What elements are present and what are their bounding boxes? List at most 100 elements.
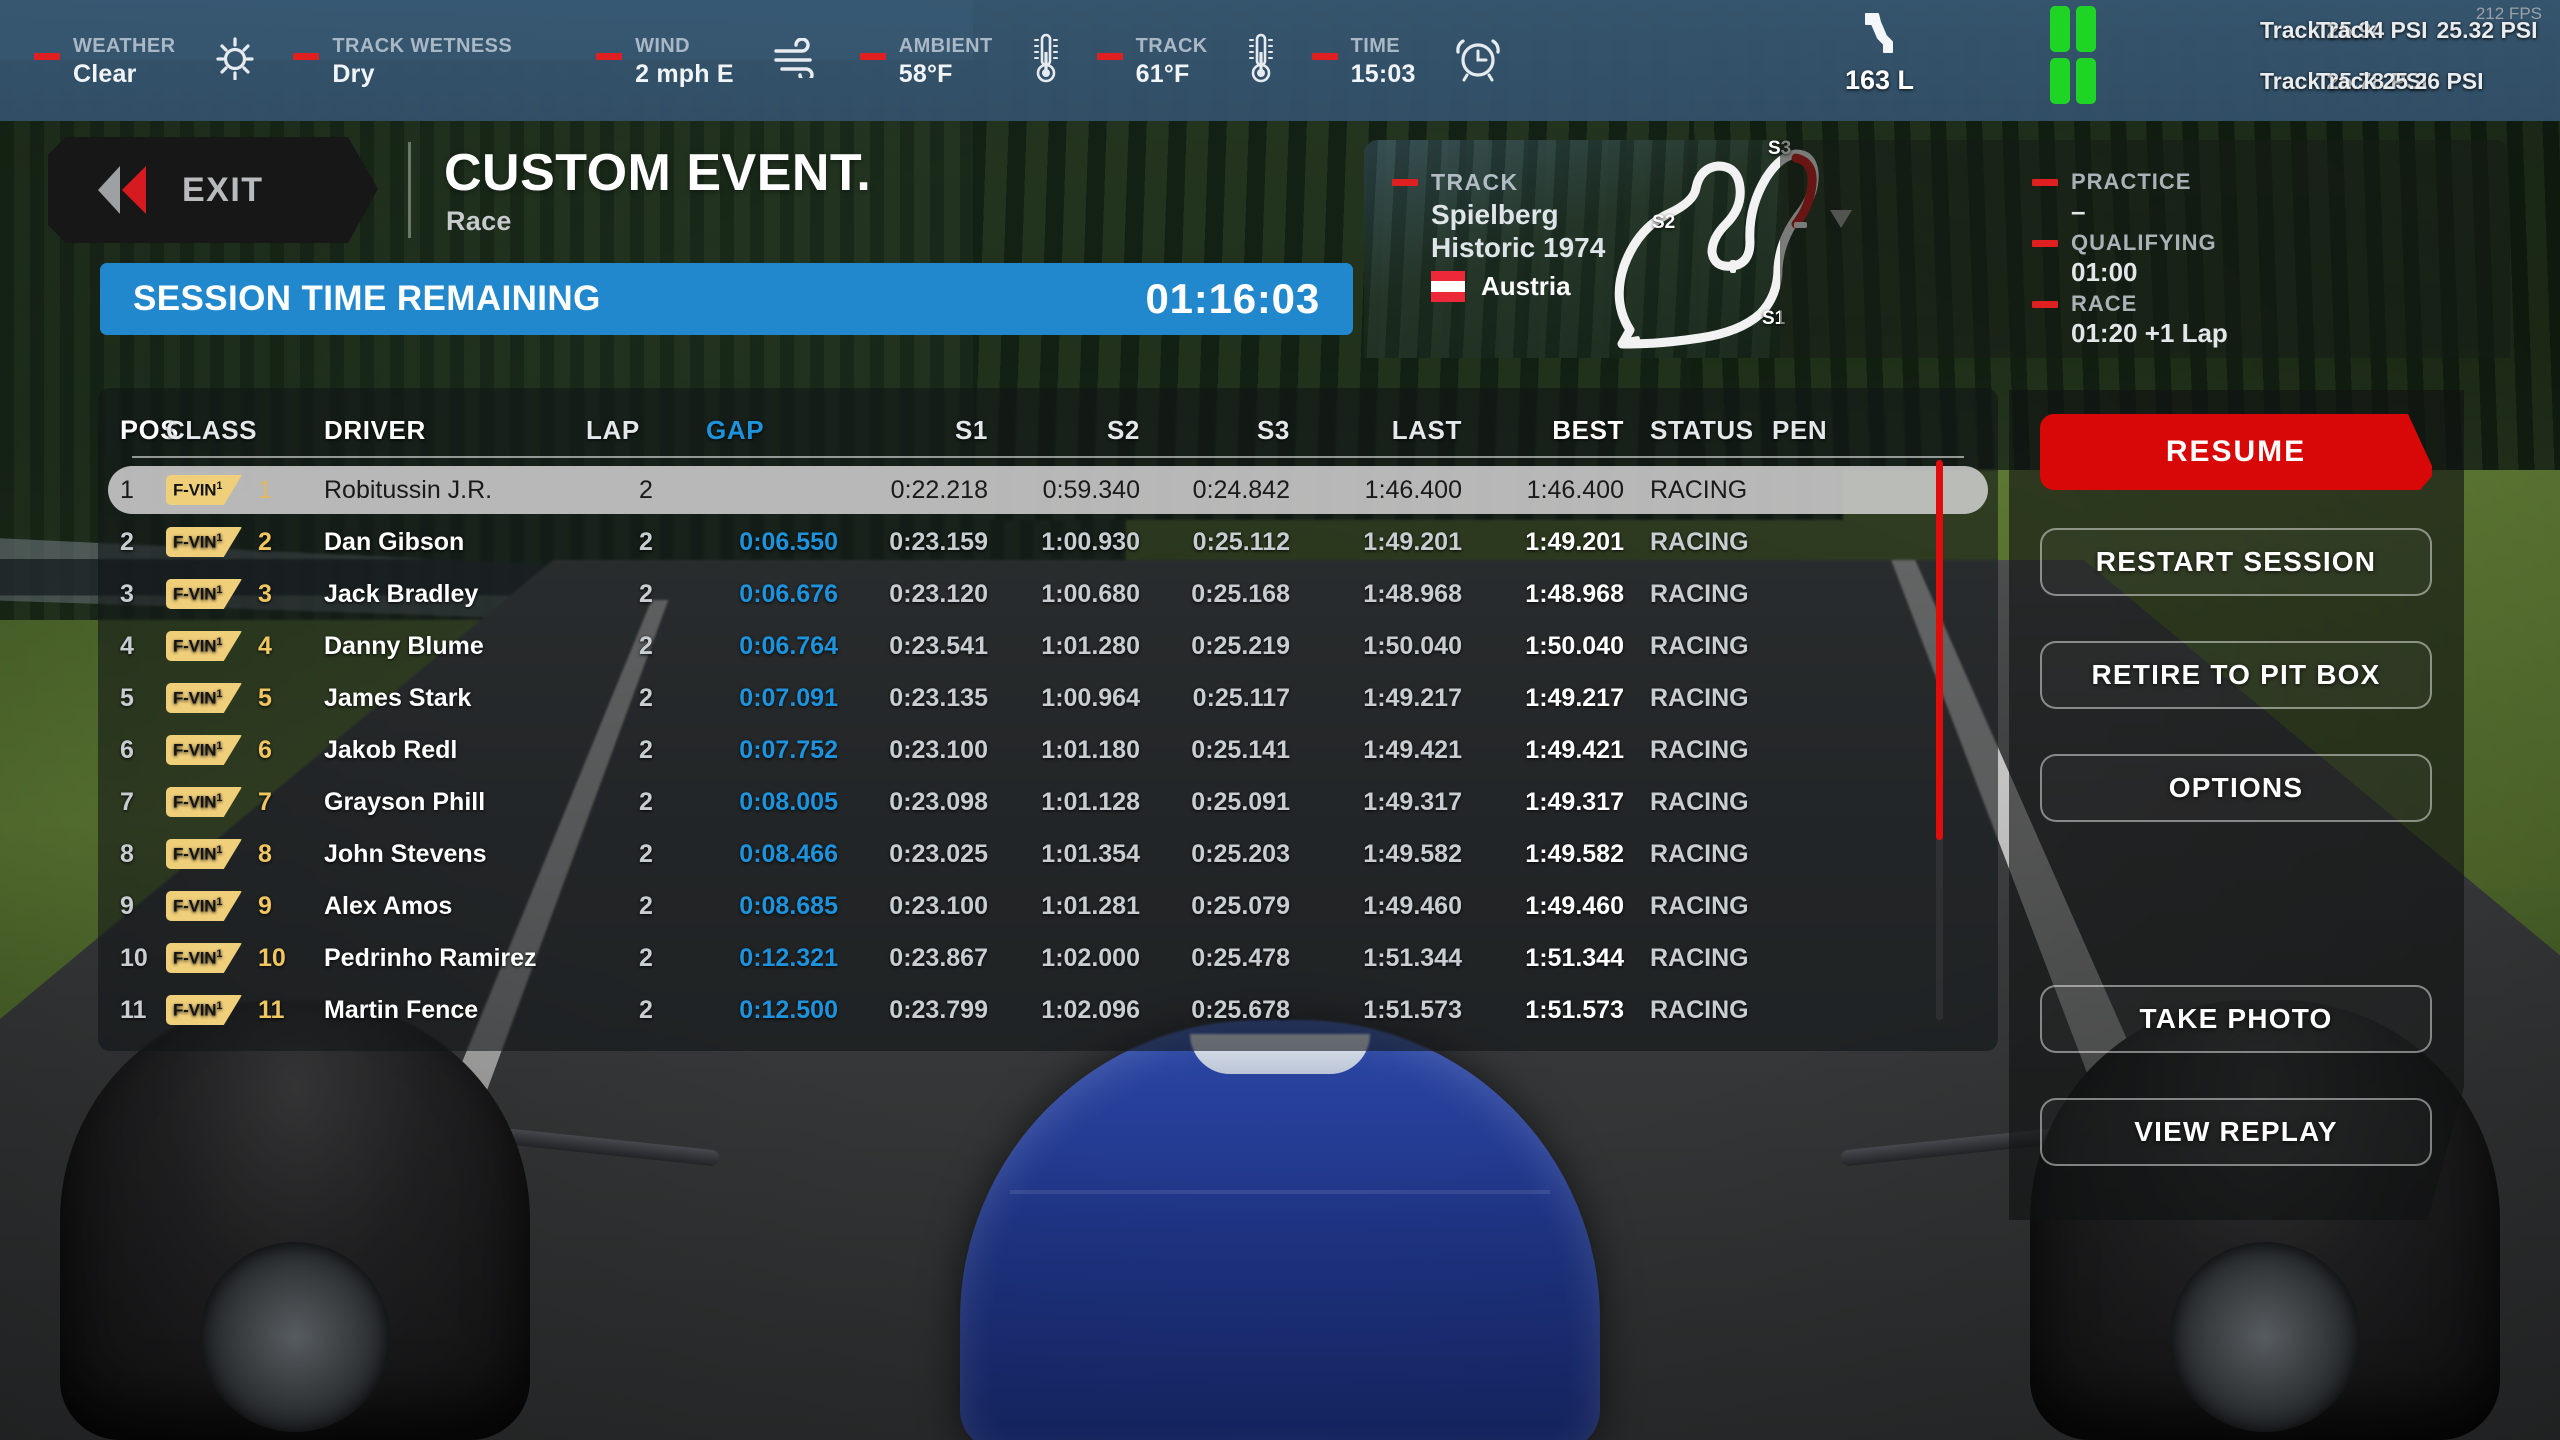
table-row[interactable]: 10 F-VIN1 10 Pedrinho Ramirez 2 0:12.321 0:23.… <box>108 934 1988 982</box>
fuel-pump-icon <box>1852 8 1908 67</box>
column-header-class[interactable]: CLASS <box>166 415 258 446</box>
row-sector1: 0:23.541 <box>889 631 988 660</box>
column-header-pos[interactable]: POS <box>120 415 178 446</box>
table-row[interactable]: 11 F-VIN1 11 Martin Fence 2 0:12.500 0:23.799 1… <box>108 986 1988 1034</box>
row-driver-name: John Stevens <box>324 839 487 868</box>
column-header-s1[interactable]: S1 <box>838 415 988 446</box>
take-photo-button[interactable]: TAKE PHOTO <box>2040 985 2432 1053</box>
tyre-bar-front-right <box>2076 6 2096 52</box>
column-header-lap[interactable]: LAP <box>586 415 706 446</box>
row-last-lap: 1:46.400 <box>1364 475 1462 504</box>
column-header-pen[interactable]: PEN <box>1772 415 1852 446</box>
back-chevron-icon <box>94 162 156 218</box>
wind-readout: WIND 2 mph E <box>596 33 734 89</box>
row-sector1: 0:23.025 <box>889 839 988 868</box>
track-temp-readout: TRACK 61°F <box>1096 33 1208 89</box>
row-car-number: 11 <box>258 995 285 1024</box>
table-row[interactable]: 2 F-VIN1 2 Dan Gibson 2 0:06.550 0:23.159 1:00.… <box>108 518 1988 566</box>
row-position: 3 <box>120 579 134 608</box>
exit-button[interactable]: EXIT <box>48 137 378 243</box>
row-position: 7 <box>120 787 134 816</box>
tyre-front-left-readout: Track 25.94 PSI <box>2260 16 2428 43</box>
row-sector2: 1:02.096 <box>1041 995 1140 1024</box>
row-driver-name: Robitussin J.R. <box>324 475 493 504</box>
restart-session-button[interactable]: RESTART SESSION <box>2040 528 2432 596</box>
red-dash-marker <box>2032 179 2058 186</box>
row-best-lap: 1:51.344 <box>1525 943 1624 972</box>
page-title: CUSTOM EVENT. <box>444 144 872 202</box>
class-badge: F-VIN1 <box>166 735 242 765</box>
tyre-bar-front-left <box>2050 6 2070 52</box>
row-gap: 0:06.676 <box>739 579 838 608</box>
table-row[interactable]: 3 F-VIN1 3 Jack Bradley 2 0:06.676 0:23.120 1:0… <box>108 570 1988 618</box>
view-replay-button[interactable]: VIEW REPLAY <box>2040 1098 2432 1166</box>
row-status: RACING <box>1650 891 1749 920</box>
column-header-best[interactable]: BEST <box>1462 415 1624 446</box>
class-badge-superscript: 1 <box>216 791 223 804</box>
leaderboard-scrollbar-track[interactable] <box>1936 460 1943 1020</box>
retire-to-pit-box-button[interactable]: RETIRE TO PIT BOX <box>2040 641 2432 709</box>
red-dash-marker <box>2032 240 2058 247</box>
row-lap: 2 <box>639 683 653 712</box>
row-gap: 0:06.550 <box>739 527 838 556</box>
thermometer-icon <box>1246 32 1276 89</box>
options-button[interactable]: OPTIONS <box>2040 754 2432 822</box>
row-driver-name: Alex Amos <box>324 891 453 920</box>
row-best-lap: 1:49.582 <box>1525 839 1624 868</box>
tyre-bar-rear-right <box>2076 58 2096 104</box>
row-sector3: 0:25.203 <box>1191 839 1290 868</box>
row-driver-name: Jack Bradley <box>324 579 479 608</box>
row-gap: 0:08.005 <box>739 787 838 816</box>
table-row[interactable]: 7 F-VIN1 7 Grayson Phill 2 0:08.005 0:23.098 1:… <box>108 778 1988 826</box>
row-position: 8 <box>120 839 134 868</box>
table-row[interactable]: 8 F-VIN1 8 John Stevens 2 0:08.466 0:23.025 1:0… <box>108 830 1988 878</box>
class-badge-label: F-VIN1 <box>173 895 223 916</box>
session-schedule-panel: PRACTICE – QUALIFYING 01:00 RACE 01:20 +… <box>1780 140 2510 358</box>
row-best-lap: 1:51.573 <box>1525 995 1624 1024</box>
row-best-lap: 1:50.040 <box>1525 631 1624 660</box>
row-sector1: 0:23.159 <box>889 527 988 556</box>
row-class-badge: F-VIN1 <box>166 631 258 661</box>
table-row[interactable]: 9 F-VIN1 9 Alex Amos 2 0:08.685 0:23.100 1:01.2… <box>108 882 1988 930</box>
row-sector3: 0:25.091 <box>1191 787 1290 816</box>
weather-label: WEATHER <box>73 34 176 57</box>
schedule-item-practice: PRACTICE – <box>2032 168 2228 227</box>
track-temp-group: TRACK 61°F <box>1096 32 1312 89</box>
row-gap: 0:08.466 <box>739 839 838 868</box>
column-header-driver[interactable]: DRIVER <box>324 415 586 446</box>
red-dash-marker <box>859 52 886 60</box>
table-row[interactable]: 5 F-VIN1 5 James Stark 2 0:07.091 0:23.135 1:00… <box>108 674 1988 722</box>
table-row[interactable]: 1 F-VIN1 1 Robitussin J.R. 2 0:22.218 0:59.340… <box>108 466 1988 514</box>
column-header-last[interactable]: LAST <box>1290 415 1462 446</box>
row-last-lap: 1:49.217 <box>1363 683 1462 712</box>
row-car-number: 5 <box>258 683 272 712</box>
row-driver-name: Jakob Redl <box>324 735 458 764</box>
row-best-lap: 1:48.968 <box>1525 579 1624 608</box>
table-row[interactable]: 6 F-VIN1 6 Jakob Redl 2 0:07.752 0:23.100 1:01.… <box>108 726 1988 774</box>
red-dash-marker <box>1392 179 1418 186</box>
ambient-value: 58°F <box>898 59 953 88</box>
row-status: RACING <box>1650 683 1749 712</box>
column-header-s3[interactable]: S3 <box>1140 415 1290 446</box>
resume-button[interactable]: RESUME <box>2040 414 2432 490</box>
row-sector3: 0:25.141 <box>1191 735 1290 764</box>
row-class-badge: F-VIN1 <box>166 683 258 713</box>
column-header-gap[interactable]: GAP <box>706 415 838 446</box>
column-header-status[interactable]: STATUS <box>1624 415 1772 446</box>
table-row[interactable]: 4 F-VIN1 4 Danny Blume 2 0:06.764 0:23.541 1:01… <box>108 622 1988 670</box>
leaderboard-scrollbar-thumb[interactable] <box>1936 460 1943 840</box>
row-sector1: 0:23.100 <box>889 891 988 920</box>
column-header-s2[interactable]: S2 <box>988 415 1140 446</box>
exit-button-label: EXIT <box>182 170 264 209</box>
qualifying-label: QUALIFYING <box>2071 230 2217 255</box>
front-left-wheel <box>60 1000 530 1440</box>
row-last-lap: 1:51.573 <box>1363 995 1462 1024</box>
row-class-badge: F-VIN1 <box>166 943 258 973</box>
row-status: RACING <box>1650 839 1749 868</box>
row-sector2: 1:00.930 <box>1041 527 1140 556</box>
class-badge-label: F-VIN1 <box>173 531 223 552</box>
time-readout: TIME 15:03 <box>1311 33 1416 89</box>
red-dash-marker <box>1311 52 1338 60</box>
row-last-lap: 1:49.421 <box>1363 735 1462 764</box>
row-sector2: 1:01.128 <box>1041 787 1140 816</box>
